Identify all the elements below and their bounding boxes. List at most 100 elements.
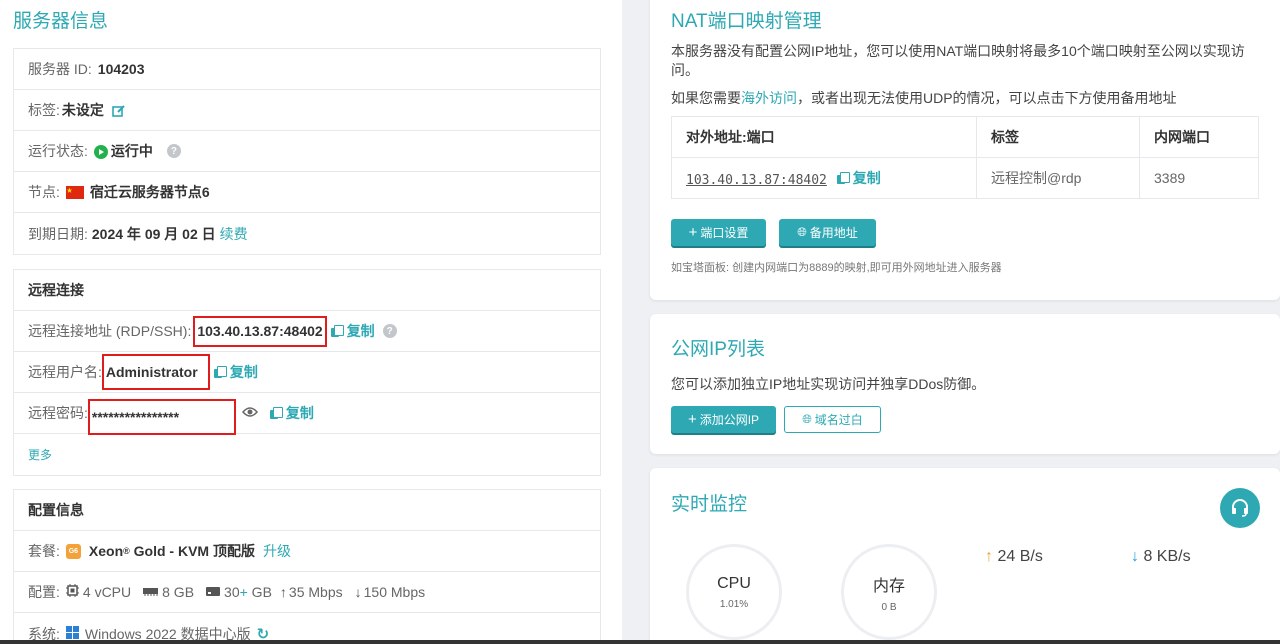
- col-external-addr: 对外地址:端口: [671, 116, 977, 158]
- config-title: 配置信息: [28, 502, 84, 518]
- spec-label: 配置:: [28, 584, 60, 600]
- help-icon[interactable]: ?: [166, 144, 181, 158]
- nat-hint: 如宝塔面板: 创建内网端口为8889的映射,即可用外网地址进入服务器: [671, 262, 1002, 274]
- monitor-card: 实时监控 CPU 1.01% 内存 0 B ↑ 24 B/s ↓ 8 KB/s: [650, 468, 1280, 644]
- backup-address-label: 备用地址: [809, 226, 858, 240]
- plan-label: 套餐:: [28, 543, 60, 559]
- remote-addr-label: 远程连接地址 (RDP/SSH):: [28, 323, 192, 339]
- help-icon[interactable]: ?: [382, 324, 397, 338]
- nat-addr-value[interactable]: 103.40.13.87:48402: [686, 173, 827, 188]
- plan-reg: ®: [123, 546, 130, 556]
- globe-icon: 🌐︎: [797, 225, 807, 239]
- server-info-panel: 服务器信息 服务器 ID: 104203 标签: 未设定 运行状态: 运行中 ?: [0, 0, 622, 644]
- copy-icon: [269, 407, 283, 419]
- ram-value: 8 GB: [162, 584, 195, 600]
- remote-title: 远程连接: [28, 282, 84, 298]
- tag-row: 标签: 未设定: [14, 90, 600, 131]
- plan-value: Gold - KVM 顶配版: [129, 543, 255, 559]
- disk-plus: +: [239, 584, 248, 600]
- nat-desc2-suffix: ，或者出现无法使用UDP的情况，可以点击下方使用备用地址: [797, 90, 1177, 106]
- node-label: 节点:: [28, 184, 60, 200]
- nat-port-cell: 3389: [1139, 157, 1259, 199]
- status-label: 运行状态:: [28, 143, 88, 159]
- port-settings-button[interactable]: + 端口设置: [671, 219, 766, 246]
- memory-gauge-value: 0 B: [881, 601, 897, 613]
- remote-pwd-label: 远程密码:: [28, 405, 88, 421]
- copy-icon: [836, 172, 850, 184]
- copy-icon: [330, 325, 344, 337]
- remote-addr-value: 103.40.13.87:48402: [193, 315, 327, 347]
- up-bandwidth: 35 Mbps: [288, 584, 343, 600]
- public-ip-title: 公网IP列表: [671, 339, 765, 360]
- expire-value: 2024 年 09 月 02 日: [91, 225, 216, 242]
- disk-unit: GB: [247, 584, 272, 600]
- status-value: 运行中: [110, 143, 153, 159]
- more-link[interactable]: 更多: [28, 446, 52, 463]
- renew-link[interactable]: 续费: [220, 224, 248, 244]
- copy-pwd-button[interactable]: 复制: [269, 403, 314, 423]
- memory-gauge-label: 内存: [872, 577, 905, 595]
- more-row: 更多: [14, 434, 600, 475]
- copy-icon: [213, 366, 227, 378]
- remote-addr-row: 远程连接地址 (RDP/SSH): 103.40.13.87:48402 复制 …: [14, 311, 600, 352]
- nat-description-2: 如果您需要海外访问，或者出现无法使用UDP的情况，可以点击下方使用备用地址: [671, 88, 1259, 108]
- plan-brand: Xeon: [88, 543, 124, 559]
- plan-badge: G6: [65, 543, 81, 559]
- table-row: 103.40.13.87:48402 复制 远程控制@rdp 3389: [671, 157, 1259, 199]
- add-public-ip-label: 添加公网IP: [699, 413, 760, 427]
- tag-value: 未设定: [61, 102, 104, 118]
- domain-whitelist-label: 域名过白: [814, 413, 863, 427]
- remote-pwd-row: 远程密码: **************** 复制: [14, 393, 600, 435]
- monitor-title: 实时监控: [671, 494, 748, 515]
- window-bottom-edge: [0, 640, 1280, 644]
- overseas-access-link[interactable]: 海外访问: [741, 90, 797, 106]
- nat-addr-cell: 103.40.13.87:48402 复制: [671, 157, 977, 199]
- public-ip-desc: 您可以添加独立IP地址实现访问并独享DDos防御。: [671, 376, 986, 392]
- arrow-down-icon: ↓: [1131, 548, 1139, 565]
- arrow-up-icon: ↑: [985, 548, 993, 565]
- cpu-gauge-label: CPU: [717, 574, 751, 592]
- port-settings-label: 端口设置: [700, 226, 749, 240]
- expire-label: 到期日期:: [28, 225, 88, 242]
- page: 服务器信息 服务器 ID: 104203 标签: 未设定 运行状态: 运行中 ?: [0, 0, 1280, 644]
- remote-box: 远程连接 远程连接地址 (RDP/SSH): 103.40.13.87:4840…: [13, 269, 601, 476]
- eye-icon[interactable]: [241, 405, 258, 421]
- cpu-value: 4 vCPU: [82, 584, 132, 600]
- remote-pwd-value: ****************: [87, 399, 236, 435]
- headset-icon[interactable]: [1220, 488, 1260, 528]
- edit-icon[interactable]: [112, 104, 125, 117]
- plus-icon: +: [687, 411, 697, 428]
- domain-whitelist-button[interactable]: 🌐︎ 域名过白: [784, 406, 881, 433]
- server-info-box: 服务器 ID: 104203 标签: 未设定 运行状态: 运行中 ? 节点: 宿…: [13, 48, 601, 255]
- remote-user-row: 远程用户名: Administrator 复制: [14, 352, 600, 393]
- col-tag: 标签: [976, 116, 1140, 158]
- arrow-down-icon: ↓: [354, 584, 362, 600]
- col-internal-port: 内网端口: [1139, 116, 1259, 158]
- copy-addr-label: 复制: [346, 323, 375, 339]
- config-box: 配置信息 套餐: G6 Xeon ® Gold - KVM 顶配版 升级 配置:…: [13, 489, 601, 644]
- server-id-row: 服务器 ID: 104203: [14, 49, 600, 90]
- upload-rate: ↑ 24 B/s: [985, 548, 1043, 566]
- play-circle-icon: [93, 143, 108, 160]
- backup-address-button[interactable]: 🌐︎ 备用地址: [779, 219, 876, 246]
- nat-table-header: 对外地址:端口 标签 内网端口: [671, 116, 1259, 158]
- node-value: 宿迁云服务器节点6: [89, 184, 210, 200]
- arrow-up-icon: ↑: [279, 584, 287, 600]
- upgrade-link[interactable]: 升级: [263, 541, 291, 561]
- china-flag-icon: [65, 185, 84, 199]
- server-info-title: 服务器信息: [13, 11, 109, 32]
- copy-addr-button[interactable]: 复制: [330, 321, 375, 341]
- nat-description: 本服务器没有配置公网IP地址，您可以使用NAT端口映射将最多10个端口映射至公网…: [671, 43, 1245, 78]
- public-ip-card: 公网IP列表 您可以添加独立IP地址实现访问并独享DDos防御。 + 添加公网IP…: [650, 314, 1280, 454]
- disk-icon: [206, 584, 221, 600]
- spec-row: 配置: 4 vCPU 8 GB 30 + GB ↑ 35 Mbps ↓ 150: [14, 572, 600, 613]
- memory-icon: [143, 584, 159, 600]
- add-public-ip-button[interactable]: + 添加公网IP: [671, 406, 776, 433]
- memory-gauge: 内存 0 B: [841, 544, 937, 640]
- copy-user-button[interactable]: 复制: [213, 362, 258, 382]
- cpu-gauge: CPU 1.01%: [686, 544, 782, 640]
- server-id-value: 104203: [97, 61, 145, 77]
- download-rate: ↓ 8 KB/s: [1131, 548, 1191, 566]
- copy-nat-button[interactable]: 复制: [836, 168, 881, 188]
- disk-value: 30: [224, 584, 240, 600]
